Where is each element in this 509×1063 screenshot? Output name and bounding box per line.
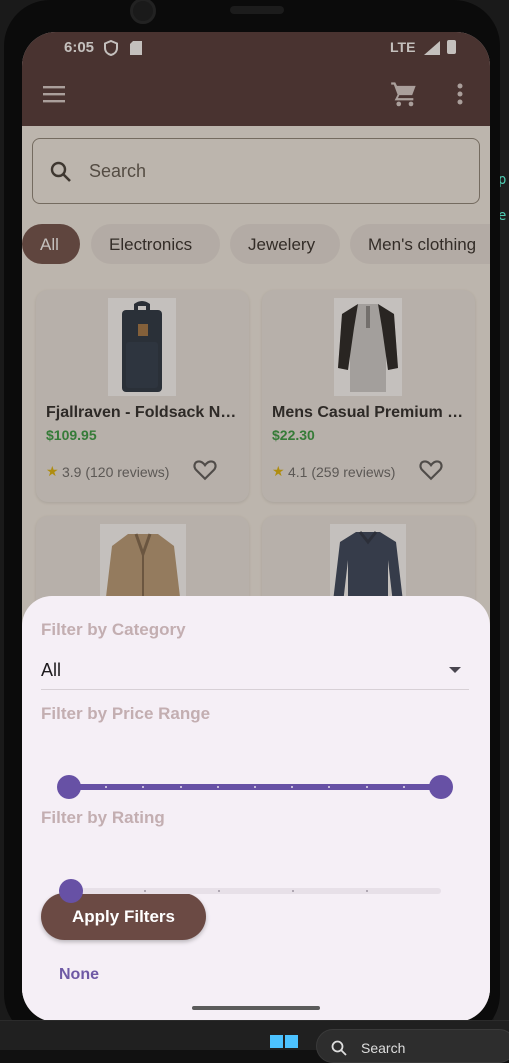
- slider-tick: [366, 890, 368, 892]
- slider-tick: [179, 786, 182, 788]
- phone-frame: 6:05 LTE Search All Electronics Jewelery…: [4, 0, 500, 1040]
- slider-tick: [218, 890, 220, 892]
- slider-track-inactive: [71, 888, 441, 894]
- home-indicator[interactable]: [192, 1006, 320, 1010]
- slider-tick: [216, 786, 219, 788]
- slider-thumb-start[interactable]: [57, 775, 81, 799]
- slider-tick: [144, 890, 146, 892]
- filter-price-label: Filter by Price Range: [41, 704, 211, 723]
- earpiece-speaker: [230, 6, 284, 14]
- taskbar-search-label: Search: [361, 1040, 406, 1056]
- category-dropdown-value[interactable]: All: [41, 660, 61, 681]
- filter-category-label: Filter by Category: [41, 620, 186, 639]
- windows-start-icon[interactable]: [270, 1035, 298, 1051]
- slider-thumb[interactable]: [59, 879, 83, 903]
- search-icon: [331, 1040, 347, 1056]
- filter-rating-label: Filter by Rating: [41, 808, 165, 827]
- app-screen: 6:05 LTE Search All Electronics Jewelery…: [22, 32, 490, 1022]
- slider-tick: [254, 786, 256, 788]
- slider-tick: [365, 786, 368, 788]
- slider-tick: [292, 890, 294, 892]
- filter-bottom-sheet: Filter by Category All Filter by Price R…: [22, 596, 490, 1022]
- slider-thumb-end[interactable]: [429, 775, 453, 799]
- front-camera: [130, 0, 156, 24]
- dropdown-underline: [41, 689, 469, 690]
- dropdown-arrow-icon[interactable]: [449, 667, 461, 673]
- taskbar: Search: [0, 1020, 509, 1063]
- slider-tick: [402, 786, 405, 788]
- taskbar-search[interactable]: Search: [316, 1029, 509, 1063]
- none-option[interactable]: None: [59, 966, 99, 984]
